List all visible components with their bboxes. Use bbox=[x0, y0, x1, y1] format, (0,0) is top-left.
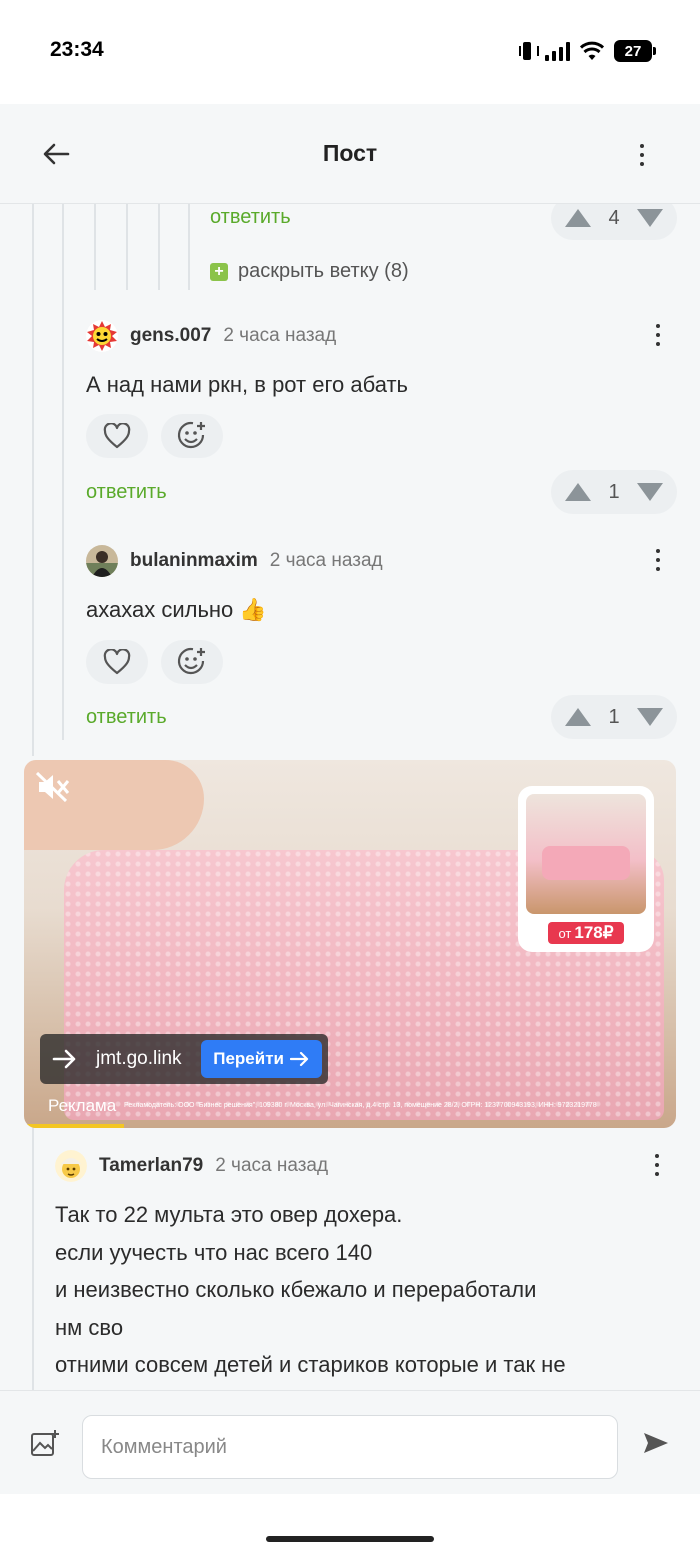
go-button[interactable]: Перейти bbox=[201, 1040, 322, 1078]
battery-level: 27 bbox=[624, 42, 642, 60]
username[interactable]: Tamerlan79 bbox=[99, 1155, 203, 1177]
downvote-icon[interactable] bbox=[637, 483, 663, 501]
comment-menu-icon[interactable] bbox=[648, 549, 668, 571]
heart-icon bbox=[103, 649, 131, 675]
comment-text: ахахах сильно 👍 bbox=[86, 597, 267, 622]
thread-line bbox=[62, 204, 64, 740]
status-icons: 27 bbox=[519, 40, 656, 62]
comment-text-line: и неизвестно сколько кбежало и переработ… bbox=[55, 1277, 537, 1302]
avatar[interactable] bbox=[86, 545, 118, 577]
upvote-icon[interactable] bbox=[565, 209, 591, 227]
battery-icon: 27 bbox=[614, 40, 656, 62]
comment-header: Tamerlan79 2 часа назад bbox=[55, 1150, 685, 1182]
timestamp: 2 часа назад bbox=[269, 550, 383, 571]
comments-feed[interactable]: ответить 4 + раскрыть ветку (8) gens.007… bbox=[0, 204, 700, 1390]
go-button-label: Перейти bbox=[213, 1049, 284, 1068]
expand-thread-label: раскрыть ветку (8) bbox=[238, 260, 409, 282]
price-tag: от 178₽ bbox=[548, 922, 624, 944]
ad-banner[interactable]: от 178₽ jmt.go.link Перейти Реклама Рекл… bbox=[24, 760, 676, 1128]
username[interactable]: bulaninmaxim bbox=[130, 550, 258, 572]
ad-disclaimer: Рекламодатель: ООО "Бизнес решения", 109… bbox=[124, 1102, 597, 1109]
comment-text-line: отними совсем детей и стариков которые и… bbox=[55, 1352, 566, 1377]
upvote-icon[interactable] bbox=[565, 708, 591, 726]
username[interactable]: gens.007 bbox=[130, 325, 211, 347]
plus-icon: + bbox=[210, 262, 228, 281]
vote-count: 1 bbox=[608, 705, 620, 728]
price-from: от bbox=[558, 925, 572, 941]
reply-button[interactable]: ответить bbox=[86, 481, 167, 504]
comment-input-bar bbox=[0, 1390, 700, 1494]
comment: Tamerlan79 2 часа назад Так то 22 мульта… bbox=[55, 1150, 685, 1384]
arrow-right-icon bbox=[290, 1051, 309, 1067]
add-image-icon[interactable] bbox=[30, 1429, 60, 1457]
comment-text-line: нм сво bbox=[55, 1314, 124, 1340]
comment-header: bulaninmaxim 2 часа назад bbox=[86, 545, 686, 577]
thread-line bbox=[94, 204, 96, 290]
comment-text: А над нами ркн, в рот его абать bbox=[86, 372, 408, 397]
send-icon[interactable] bbox=[642, 1431, 670, 1455]
timestamp: 2 часа назад bbox=[215, 1155, 329, 1176]
ad-product-thumbnail bbox=[526, 794, 646, 914]
thread-line bbox=[158, 204, 160, 290]
like-button[interactable] bbox=[86, 414, 148, 458]
comment: gens.007 2 часа назад А над нами ркн, в … bbox=[86, 320, 686, 404]
ad-progress-bar bbox=[24, 1124, 124, 1128]
add-emoji-icon bbox=[177, 647, 205, 675]
comment-menu-icon[interactable] bbox=[648, 324, 668, 346]
vote-count: 4 bbox=[608, 206, 620, 229]
price-value: 178₽ bbox=[574, 923, 614, 942]
avatar[interactable] bbox=[86, 320, 118, 352]
thread-line bbox=[126, 204, 128, 290]
ad-label: Реклама bbox=[48, 1096, 117, 1115]
comment-menu-icon[interactable] bbox=[647, 1154, 667, 1176]
comment-text: Так то 22 мульта это овер дохера. если у… bbox=[55, 1196, 685, 1384]
comment-text-line: если уучесть что нас всего 140 bbox=[55, 1239, 373, 1265]
add-reaction-button[interactable] bbox=[161, 640, 223, 684]
signal-icon bbox=[545, 41, 570, 61]
upvote-icon[interactable] bbox=[565, 483, 591, 501]
thread-line bbox=[32, 204, 34, 756]
status-time: 23:34 bbox=[50, 38, 104, 61]
comment-input[interactable] bbox=[82, 1415, 618, 1479]
downvote-icon[interactable] bbox=[637, 708, 663, 726]
downvote-icon[interactable] bbox=[637, 209, 663, 227]
comment: bulaninmaxim 2 часа назад ахахах сильно … bbox=[86, 545, 686, 629]
vibrate-icon bbox=[519, 41, 539, 61]
avatar[interactable] bbox=[55, 1150, 87, 1182]
timestamp: 2 часа назад bbox=[223, 325, 337, 346]
app-header: Пост bbox=[0, 104, 700, 204]
arrow-right-icon bbox=[52, 1049, 76, 1069]
thread-line bbox=[188, 204, 190, 290]
like-button[interactable] bbox=[86, 640, 148, 684]
comment-header: gens.007 2 часа назад bbox=[86, 320, 686, 352]
add-emoji-icon bbox=[177, 421, 205, 449]
vote-box: 1 bbox=[551, 470, 677, 514]
status-bar: 23:34 27 bbox=[0, 0, 700, 104]
ad-link-bar[interactable]: jmt.go.link Перейти bbox=[40, 1034, 328, 1084]
comment-text-line: Так то 22 мульта это овер дохера. bbox=[55, 1202, 403, 1227]
vote-box: 1 bbox=[551, 695, 677, 739]
vote-box: 4 bbox=[551, 204, 677, 240]
reply-button[interactable]: ответить bbox=[86, 706, 167, 729]
add-reaction-button[interactable] bbox=[161, 414, 223, 458]
expand-thread-button[interactable]: + раскрыть ветку (8) bbox=[210, 260, 409, 283]
ad-product-card[interactable]: от 178₽ bbox=[518, 786, 654, 952]
muted-icon[interactable] bbox=[36, 772, 70, 802]
home-indicator[interactable] bbox=[266, 1536, 434, 1542]
heart-icon bbox=[103, 423, 131, 449]
page-title: Пост bbox=[322, 140, 378, 166]
reply-button[interactable]: ответить bbox=[210, 206, 291, 229]
more-options-icon[interactable] bbox=[632, 144, 652, 166]
wifi-icon bbox=[580, 41, 604, 60]
ad-domain: jmt.go.link bbox=[96, 1048, 182, 1069]
thread-line bbox=[32, 1124, 34, 1390]
vote-count: 1 bbox=[608, 480, 620, 503]
